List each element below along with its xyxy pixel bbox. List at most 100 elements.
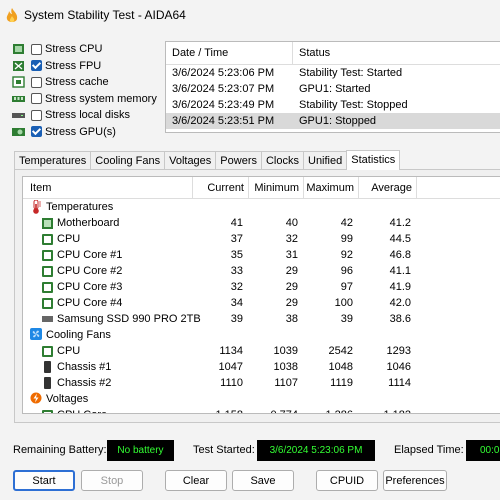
stats-row[interactable]: CPU 1134 1039 2542 1293 <box>23 343 500 359</box>
col-current[interactable]: Current <box>193 177 249 198</box>
stat-current: 1047 <box>218 361 243 373</box>
log-row[interactable]: 3/6/2024 5:23:07 PM GPU1: Started <box>166 81 500 97</box>
stat-minimum: 29 <box>285 297 298 309</box>
stress-label[interactable]: Stress system memory <box>45 93 157 105</box>
stat-current: 32 <box>230 281 243 293</box>
tab-statistics[interactable]: Statistics <box>346 150 401 170</box>
log-row[interactable]: 3/6/2024 5:23:51 PM GPU1: Stopped <box>166 113 500 129</box>
stat-current: 37 <box>230 233 243 245</box>
stress-checkbox[interactable] <box>31 109 42 121</box>
cpu-sensor-icon <box>42 409 53 413</box>
stress-label[interactable]: Stress GPU(s) <box>45 126 116 138</box>
stat-maximum: 97 <box>340 281 353 293</box>
stats-row[interactable]: Samsung SSD 990 PRO 2TB 39 38 39 38.6 <box>23 311 500 327</box>
stats-item-label: Temperatures <box>46 201 114 213</box>
status-log[interactable]: Date / Time Status 3/6/2024 5:23:06 PM St… <box>165 41 500 133</box>
stat-current: 39 <box>230 313 243 325</box>
save-button[interactable]: Save <box>232 470 294 491</box>
stop-button[interactable]: Stop <box>81 470 143 491</box>
stat-minimum: 31 <box>285 249 298 261</box>
cpu-sensor-icon <box>42 281 53 293</box>
stats-group-row[interactable]: Temperatures <box>23 199 500 215</box>
tab-temperatures[interactable]: Temperatures <box>14 151 92 170</box>
cpu-sensor-icon <box>42 265 53 277</box>
stat-minimum: 1039 <box>273 345 298 357</box>
stat-current: 41 <box>230 217 243 229</box>
stats-item-label: Voltages <box>46 393 89 405</box>
log-status: GPU1: Started <box>299 83 371 95</box>
stat-current: 1110 <box>220 377 243 389</box>
tab-powers[interactable]: Powers <box>215 151 262 170</box>
stress-option-4[interactable]: Stress local disks <box>12 107 162 124</box>
cpu-icon <box>12 43 25 55</box>
stats-item-label: Chassis #1 <box>57 361 112 373</box>
stress-checkbox[interactable] <box>31 76 42 88</box>
stat-average: 41.9 <box>389 281 411 293</box>
log-row[interactable]: 3/6/2024 5:23:06 PM Stability Test: Start… <box>166 65 500 81</box>
stat-maximum: 39 <box>340 313 353 325</box>
stats-row[interactable]: Chassis #2 1110 1107 1119 1114 <box>23 375 500 391</box>
preferences-button[interactable]: Preferences <box>383 470 447 491</box>
stats-header: Item Current Minimum Maximum Average <box>23 177 500 199</box>
stats-row[interactable]: CPU Core #3 32 29 97 41.9 <box>23 279 500 295</box>
stats-row[interactable]: CPU Core #4 34 29 100 42.0 <box>23 295 500 311</box>
stat-maximum: 96 <box>340 265 353 277</box>
start-button[interactable]: Start <box>13 470 75 491</box>
stats-item: Motherboard <box>23 217 193 229</box>
log-time: 3/6/2024 5:23:51 PM <box>172 115 275 127</box>
clear-button[interactable]: Clear <box>165 470 227 491</box>
stats-row[interactable]: Motherboard 41 40 42 41.2 <box>23 215 500 231</box>
stat-minimum: 40 <box>285 217 298 229</box>
stress-checkbox[interactable] <box>31 43 42 55</box>
stats-item: CPU Core #1 <box>23 249 193 261</box>
tab-voltages[interactable]: Voltages <box>164 151 217 170</box>
log-col-datetime[interactable]: Date / Time <box>166 42 293 64</box>
stats-row[interactable]: CPU Core #1 35 31 92 46.8 <box>23 247 500 263</box>
stats-group-row[interactable]: Voltages <box>23 391 500 407</box>
stress-option-1[interactable]: Stress FPU <box>12 58 162 75</box>
stress-label[interactable]: Stress local disks <box>45 109 130 121</box>
stat-average: 38.6 <box>389 313 411 325</box>
stats-row[interactable]: CPU 37 32 99 44.5 <box>23 231 500 247</box>
stat-average: 1.182 <box>359 409 417 413</box>
stats-row[interactable]: CPU Core 1.1580.7741.2861.182 <box>23 407 500 413</box>
col-minimum[interactable]: Minimum <box>249 177 304 198</box>
cpu-sensor-icon <box>42 233 53 245</box>
col-average[interactable]: Average <box>359 177 417 198</box>
stat-maximum: 99 <box>340 233 353 245</box>
gpu-icon <box>12 126 25 138</box>
col-item[interactable]: Item <box>23 177 193 198</box>
tab-clocks[interactable]: Clocks <box>260 151 304 170</box>
tab-unified[interactable]: Unified <box>303 151 348 170</box>
stress-checkbox[interactable] <box>31 93 42 105</box>
statistics-table[interactable]: Item Current Minimum Maximum Average Tem… <box>22 176 500 414</box>
stress-option-5[interactable]: Stress GPU(s) <box>12 124 162 141</box>
stress-label[interactable]: Stress CPU <box>45 43 102 55</box>
log-header: Date / Time Status <box>166 42 500 65</box>
stats-item: Samsung SSD 990 PRO 2TB <box>23 313 201 325</box>
tab-cooling-fans[interactable]: Cooling Fans <box>90 151 166 170</box>
sensor-tabs: Temperatures Cooling Fans Voltages Powers Cl… <box>14 150 401 170</box>
log-status: Stability Test: Started <box>299 67 403 79</box>
stress-label[interactable]: Stress cache <box>45 76 109 88</box>
stat-maximum: 1119 <box>330 377 353 389</box>
stress-label[interactable]: Stress FPU <box>45 60 101 72</box>
cpu-sensor-icon <box>42 345 53 357</box>
stats-item-label: CPU Core #4 <box>57 297 123 309</box>
stress-option-0[interactable]: Stress CPU <box>12 41 162 58</box>
log-row[interactable]: 3/6/2024 5:23:49 PM Stability Test: Stopp… <box>166 97 500 113</box>
stress-checkbox[interactable] <box>31 126 42 138</box>
cpu-sensor-icon <box>42 249 53 261</box>
stress-option-2[interactable]: Stress cache <box>12 74 162 91</box>
stats-row[interactable]: Chassis #1 1047 1038 1048 1046 <box>23 359 500 375</box>
stats-group-row[interactable]: Cooling Fans <box>23 327 500 343</box>
cpu-sensor-icon <box>42 297 53 309</box>
stress-checkbox[interactable] <box>31 60 42 72</box>
elapsed-time-label: Elapsed Time: <box>394 444 464 456</box>
stress-option-3[interactable]: Stress system memory <box>12 91 162 108</box>
stats-item: Cooling Fans <box>23 328 193 342</box>
stats-row[interactable]: CPU Core #2 33 29 96 41.1 <box>23 263 500 279</box>
col-maximum[interactable]: Maximum <box>304 177 359 198</box>
log-col-status[interactable]: Status <box>293 47 330 59</box>
cpuid-button[interactable]: CPUID <box>316 470 378 491</box>
